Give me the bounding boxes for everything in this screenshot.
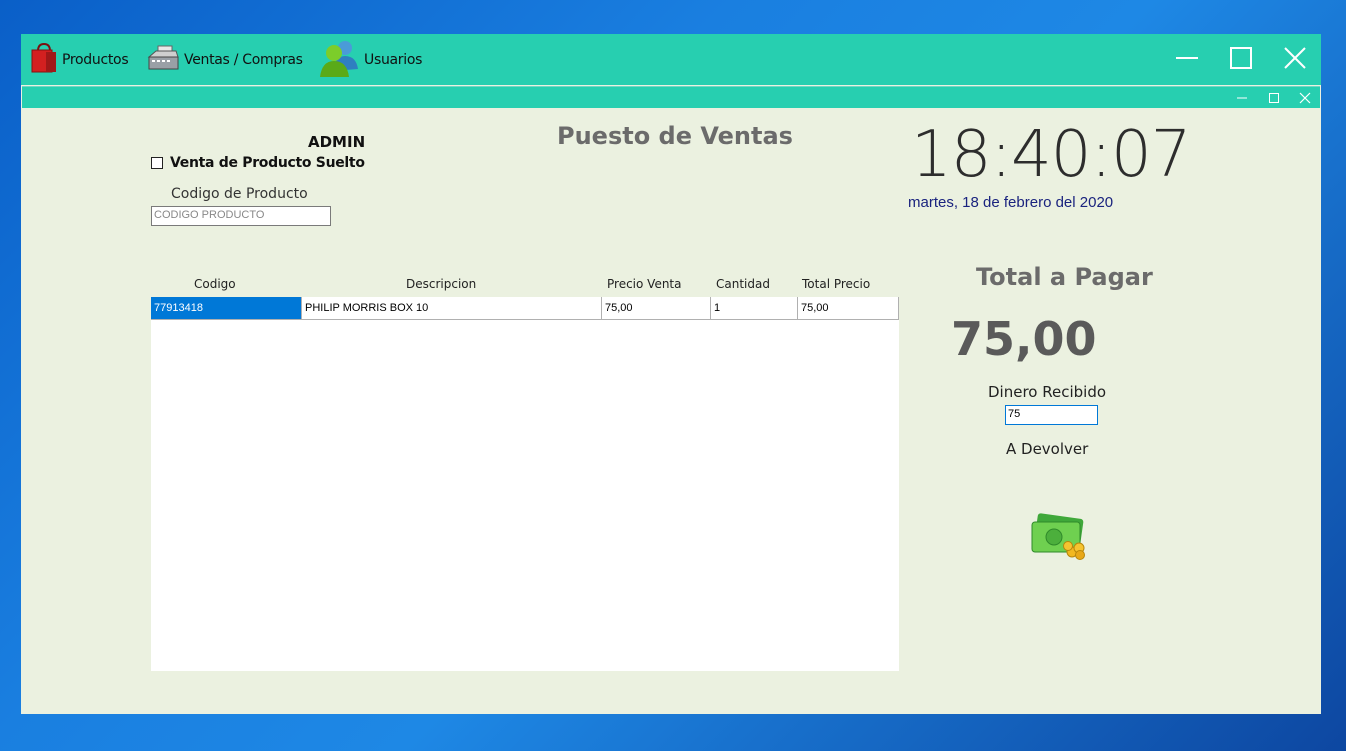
- child-maximize-button[interactable]: [1259, 87, 1289, 109]
- product-code-label: Codigo de Producto: [171, 186, 308, 202]
- column-header-total-precio[interactable]: Total Precio: [802, 277, 870, 291]
- change-label: A Devolver: [1006, 440, 1089, 458]
- cell-descripcion[interactable]: PHILIP MORRIS BOX 10: [302, 297, 602, 319]
- received-input[interactable]: 75: [1005, 405, 1098, 425]
- shopping-bag-icon: [30, 42, 58, 78]
- menu-item-label: Usuarios: [364, 51, 423, 68]
- cell-precio-venta[interactable]: 75,00: [602, 297, 711, 319]
- menu-item-label: Productos: [62, 51, 129, 68]
- page-title: Puesto de Ventas: [557, 122, 793, 150]
- menu-item-label: Ventas / Compras: [184, 51, 303, 68]
- received-label: Dinero Recibido: [988, 383, 1107, 401]
- close-icon: [1299, 89, 1311, 108]
- users-icon: [318, 37, 360, 83]
- loose-sale-label: Venta de Producto Suelto: [170, 155, 365, 171]
- user-name: ADMIN: [308, 133, 366, 151]
- total-value: 75,00: [951, 312, 1097, 366]
- close-button[interactable]: [1268, 34, 1322, 85]
- products-grid[interactable]: 77913418 PHILIP MORRIS BOX 10 75,00 1 75…: [151, 297, 899, 671]
- product-code-input[interactable]: CODIGO PRODUCTO: [151, 206, 331, 226]
- menu-item-ventas-compras[interactable]: Ventas / Compras: [146, 34, 303, 85]
- grid-header: Codigo Descripcion Precio Venta Cantidad…: [151, 277, 899, 297]
- maximize-button[interactable]: [1214, 34, 1268, 85]
- child-minimize-button[interactable]: [1227, 87, 1257, 109]
- maximize-icon: [1229, 46, 1253, 74]
- minimize-icon: [1236, 89, 1248, 108]
- clock: 18:40:07: [911, 118, 1191, 192]
- minimize-button[interactable]: [1160, 34, 1214, 85]
- menu-bar: Productos Ventas / Compras Usuarios: [21, 34, 1321, 85]
- child-window-bar: [22, 86, 1320, 108]
- cell-codigo[interactable]: 77913418: [151, 297, 302, 319]
- close-icon: [1283, 46, 1307, 74]
- money-icon[interactable]: [1030, 512, 1090, 560]
- minimize-icon: [1175, 46, 1199, 74]
- menu-item-productos[interactable]: Productos: [30, 34, 129, 85]
- column-header-cantidad[interactable]: Cantidad: [716, 277, 770, 291]
- date-label: martes, 18 de febrero del 2020: [908, 194, 1114, 211]
- column-header-descripcion[interactable]: Descripcion: [406, 277, 476, 291]
- cell-cantidad[interactable]: 1: [711, 297, 798, 319]
- loose-sale-option[interactable]: Venta de Producto Suelto: [151, 155, 365, 171]
- cash-register-icon: [146, 43, 180, 77]
- maximize-icon: [1268, 89, 1280, 108]
- total-label: Total a Pagar: [976, 263, 1153, 291]
- loose-sale-checkbox[interactable]: [151, 157, 163, 169]
- child-close-button[interactable]: [1290, 87, 1320, 109]
- column-header-codigo[interactable]: Codigo: [194, 277, 236, 291]
- column-header-precio-venta[interactable]: Precio Venta: [607, 277, 682, 291]
- table-row[interactable]: 77913418 PHILIP MORRIS BOX 10 75,00 1 75…: [151, 297, 899, 320]
- menu-item-usuarios[interactable]: Usuarios: [318, 34, 422, 85]
- sales-window: Productos Ventas / Compras Usuarios ADMI…: [21, 34, 1321, 714]
- cell-total-precio[interactable]: 75,00: [798, 297, 899, 319]
